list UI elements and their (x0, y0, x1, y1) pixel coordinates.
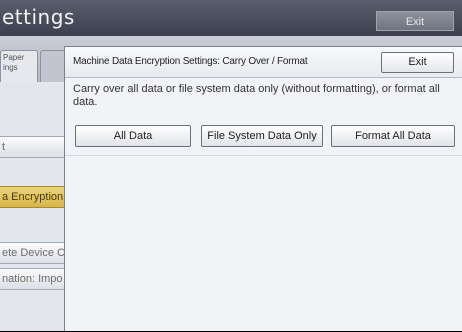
background-settings-list: t a Encryption ete Device C nation: Impo (0, 82, 66, 332)
all-data-button[interactable]: All Data (75, 125, 191, 147)
background-title: ettings (2, 5, 75, 29)
background-tab-next[interactable] (40, 50, 66, 82)
settings-list-item-import[interactable]: nation: Impo (0, 268, 66, 290)
screen: ettings Exit Paper ings t a Encryption e… (0, 0, 462, 331)
carry-over-format-dialog: Machine Data Encryption Settings: Carry … (64, 46, 462, 331)
background-header: ettings Exit (0, 0, 462, 36)
settings-list-item-encryption[interactable]: a Encryption (0, 186, 66, 208)
file-system-data-only-button[interactable]: File System Data Only (201, 125, 323, 147)
dialog-exit-button[interactable]: Exit (381, 52, 454, 73)
format-all-data-button[interactable]: Format All Data (331, 125, 455, 147)
background-tab-paper[interactable]: Paper ings (0, 50, 38, 82)
dialog-titlebar: Machine Data Encryption Settings: Carry … (65, 47, 462, 78)
dialog-divider (65, 155, 462, 156)
background-exit-button[interactable]: Exit (376, 11, 454, 31)
dialog-title: Machine Data Encryption Settings: Carry … (73, 56, 308, 67)
settings-list-item[interactable]: t (0, 136, 66, 158)
dialog-message: Carry over all data or file system data … (73, 83, 440, 108)
settings-list-item-delete-device[interactable]: ete Device C (0, 242, 66, 264)
